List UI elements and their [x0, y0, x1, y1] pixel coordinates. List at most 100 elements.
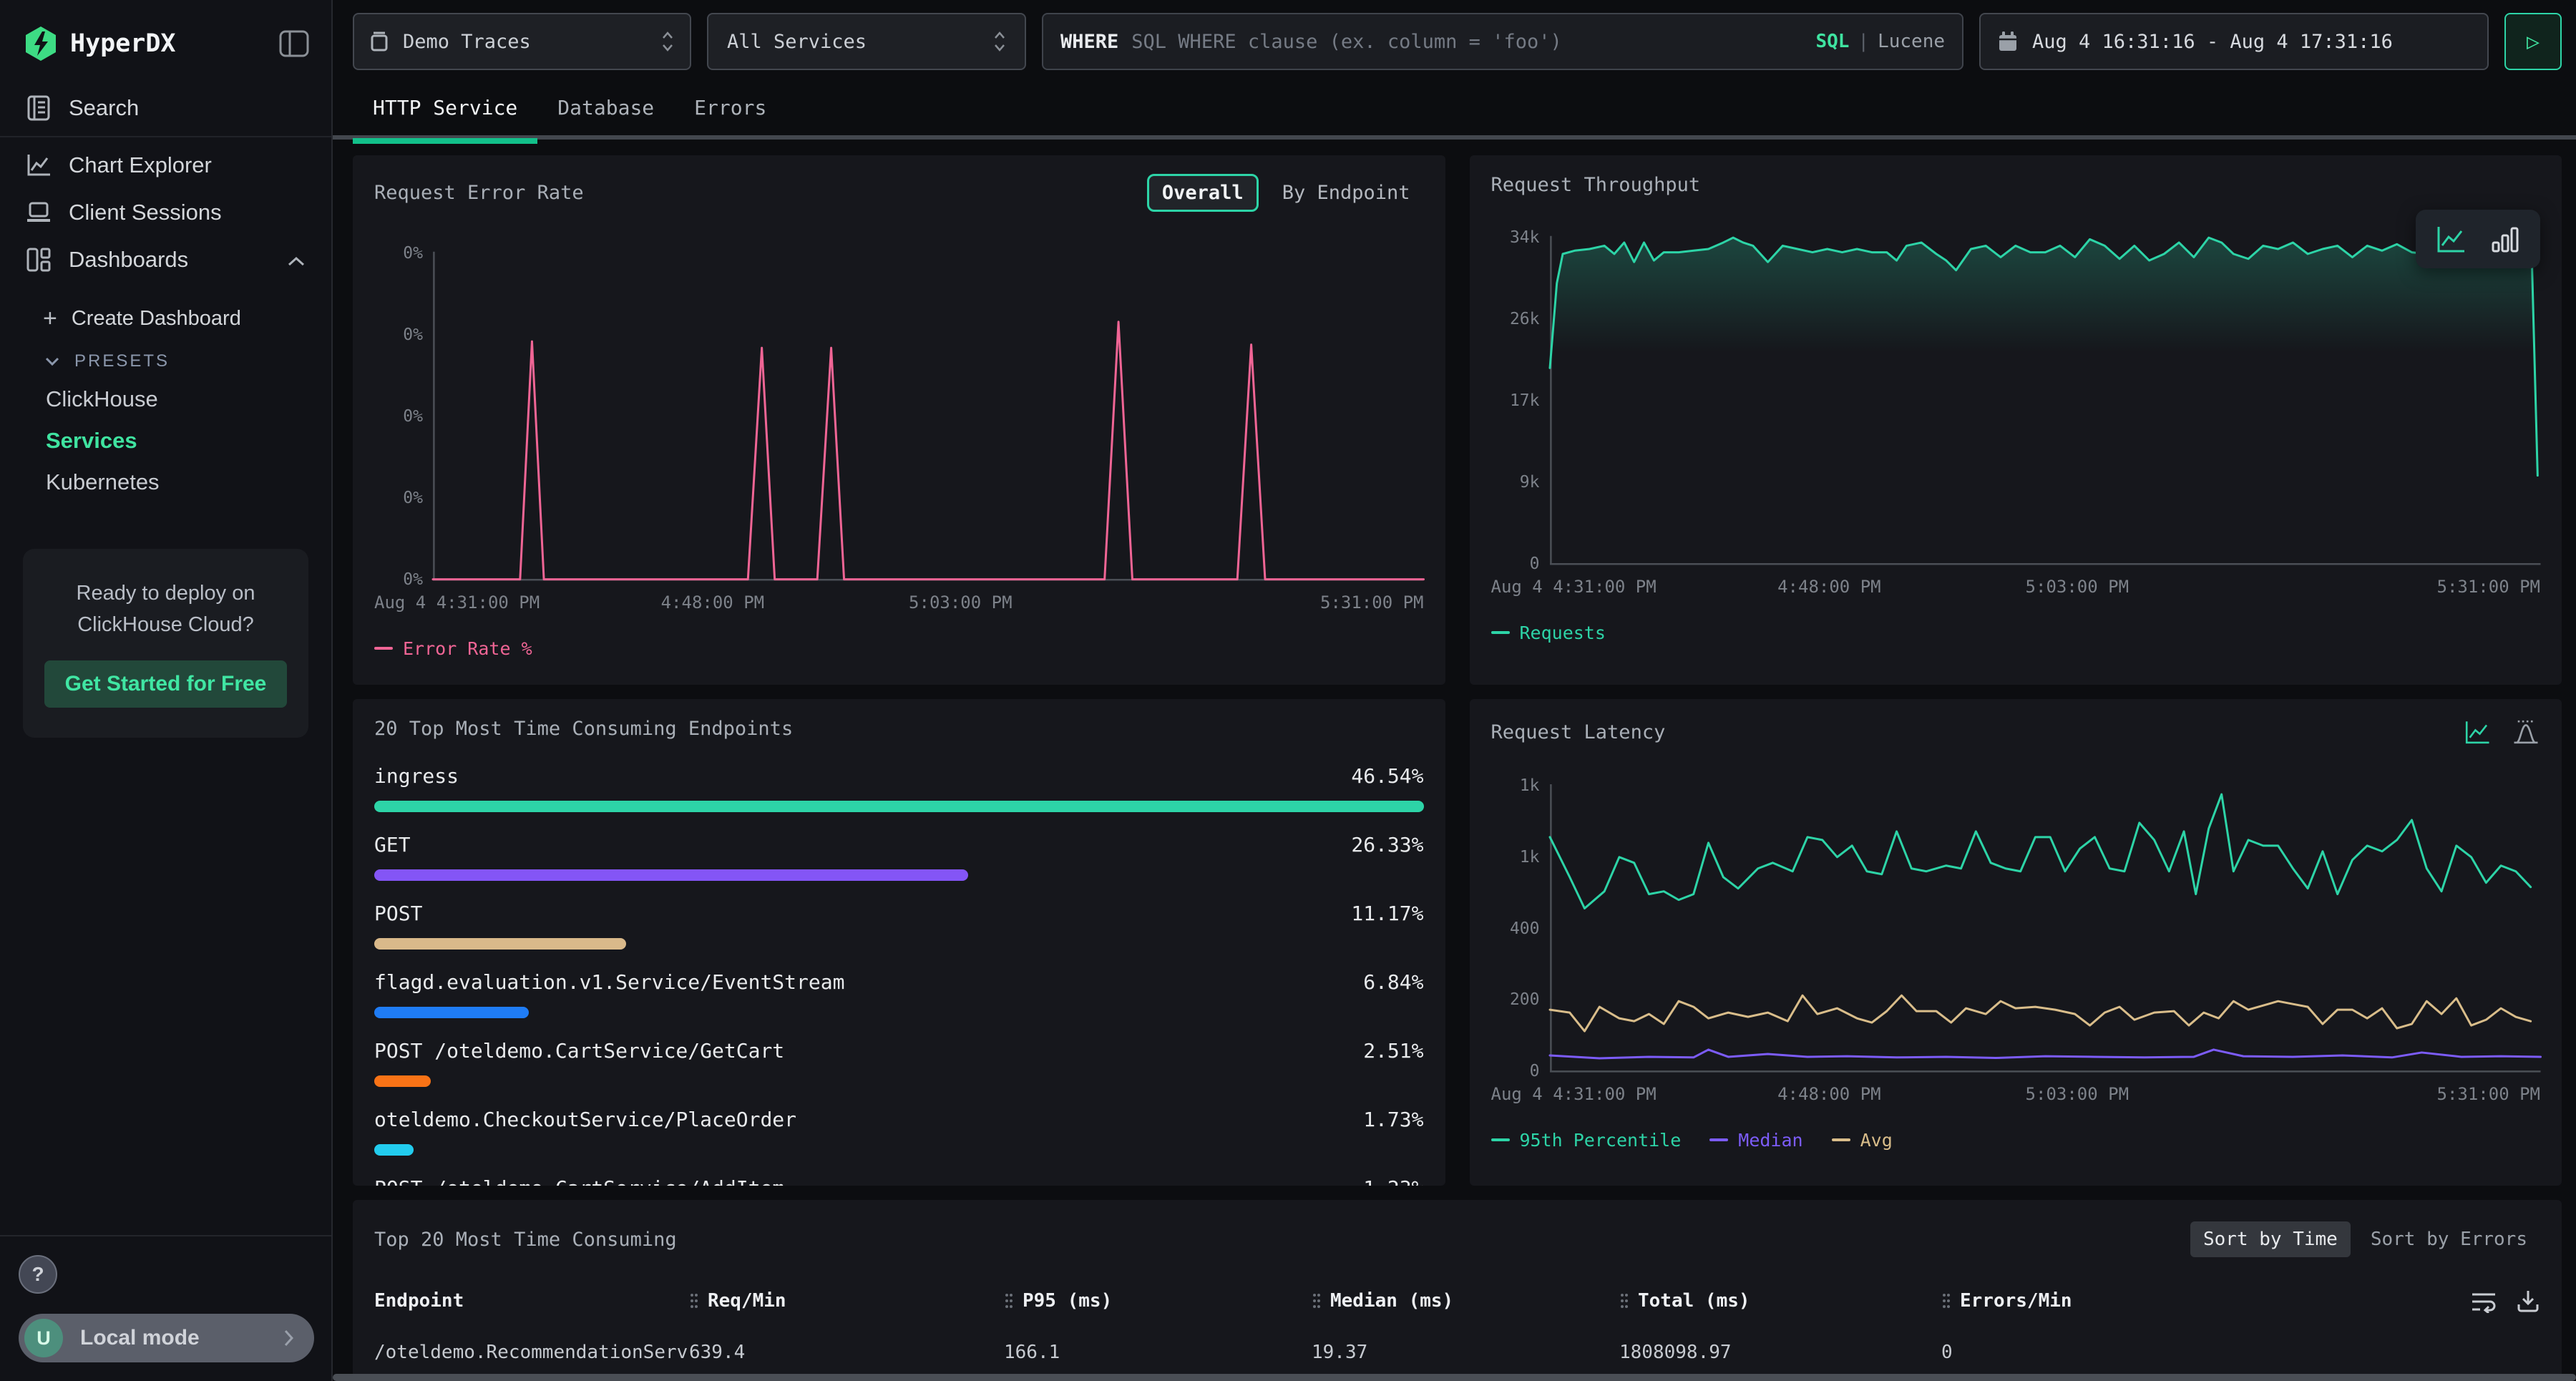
endpoint-label: GET — [374, 833, 411, 857]
sidebar-item-label: Search — [69, 95, 139, 121]
promo-text-line2: ClickHouse Cloud? — [44, 609, 287, 640]
y-tick-label: 9k — [1520, 473, 1540, 492]
create-dashboard-label: Create Dashboard — [72, 307, 241, 331]
lucene-mode-label[interactable]: Lucene — [1878, 31, 1945, 52]
endpoint-percent: 46.54% — [1351, 764, 1423, 788]
line-chart-icon[interactable] — [2434, 223, 2467, 255]
chart-legend: Error Rate % — [374, 628, 1424, 668]
y-tick-label: 0 — [1530, 1062, 1540, 1080]
download-icon[interactable] — [2516, 1289, 2540, 1313]
x-tick-label: 5:31:00 PM — [2437, 577, 2541, 597]
tab-http-service[interactable]: HTTP Service — [353, 92, 537, 140]
line-chart-icon[interactable] — [2463, 718, 2492, 746]
endpoint-bar — [374, 1144, 414, 1156]
endpoint-line: POST11.17% — [374, 902, 1424, 925]
sidebar-item-kubernetes[interactable]: Kubernetes — [0, 462, 331, 503]
y-tick-label: 0% — [403, 326, 423, 344]
endpoint-percent: 11.17% — [1351, 902, 1423, 925]
wrap-lines-icon[interactable] — [2470, 1289, 2497, 1313]
help-button[interactable]: ? — [19, 1255, 57, 1294]
tab-errors[interactable]: Errors — [674, 92, 786, 140]
sidebar-item-search[interactable]: Search — [0, 84, 331, 132]
panel-title: Request Throughput — [1491, 174, 1701, 196]
endpoint-percent: 1.23% — [1363, 1176, 1423, 1186]
user-menu[interactable]: U Local mode — [19, 1314, 314, 1362]
column-header[interactable]: Req/Min — [689, 1290, 1004, 1312]
panel-title: Request Latency — [1491, 721, 1666, 743]
drag-handle-icon — [1941, 1292, 1951, 1310]
legend-item: 95th Percentile — [1491, 1130, 1682, 1151]
user-mode-label: Local mode — [80, 1326, 283, 1350]
x-tick-label: 5:03:00 PM — [2026, 1084, 2129, 1104]
query-language-toggle[interactable]: SQL|Lucene — [1815, 31, 1945, 52]
latency-lines — [1550, 771, 2541, 1073]
plot-area — [1550, 771, 2541, 1073]
overall-button[interactable]: Overall — [1147, 174, 1259, 212]
endpoint-label: ingress — [374, 764, 459, 788]
get-started-button[interactable]: Get Started for Free — [44, 660, 287, 708]
search-input[interactable]: WHERE SQL WHERE clause (ex. column = 'fo… — [1042, 13, 1963, 70]
time-range-picker[interactable]: Aug 4 16:31:16 - Aug 4 17:31:16 — [1979, 13, 2489, 70]
horizontal-scrollbar[interactable] — [333, 1374, 2576, 1381]
legend-dash — [1491, 1138, 1510, 1141]
source-select[interactable]: Demo Traces — [353, 13, 691, 70]
endpoint-line: GET26.33% — [374, 833, 1424, 857]
presets-toggle[interactable]: PRESETS — [0, 341, 331, 379]
sidebar-item-dashboards[interactable]: Dashboards — [0, 236, 331, 283]
y-tick-label: 200 — [1510, 990, 1540, 1009]
table-row[interactable]: /oteldemo.RecommendationServ639.4166.119… — [374, 1342, 2540, 1363]
drag-handle-icon — [1619, 1292, 1629, 1310]
column-header[interactable]: Endpoint — [374, 1290, 689, 1312]
create-dashboard-button[interactable]: + Create Dashboard — [0, 296, 331, 341]
column-header[interactable]: Errors/Min — [1941, 1290, 2454, 1312]
endpoint-line: oteldemo.CheckoutService/PlaceOrder1.73% — [374, 1108, 1424, 1131]
x-tick-label: Aug 4 4:31:00 PM — [1491, 1084, 1657, 1104]
legend-dash — [1709, 1138, 1728, 1141]
sidebar-item-clickhouse[interactable]: ClickHouse — [0, 379, 331, 420]
sidebar-item-client-sessions[interactable]: Client Sessions — [0, 189, 331, 236]
bar-chart-icon[interactable] — [2489, 223, 2522, 255]
y-axis-labels: 0%0%0%0%0% — [374, 236, 433, 581]
legend-label: Avg — [1860, 1130, 1893, 1151]
service-select[interactable]: All Services — [707, 13, 1026, 70]
histogram-icon[interactable] — [2512, 718, 2540, 746]
column-header[interactable]: Total (ms) — [1619, 1290, 1941, 1312]
sort-by-time-button[interactable]: Sort by Time — [2190, 1221, 2351, 1257]
endpoint-row: GET26.33% — [374, 833, 1424, 881]
panel-request-error-rate: Request Error Rate Overall By Endpoint 0… — [353, 155, 1445, 685]
sidebar: HyperDX Search Chart Explorer Client Ses… — [0, 0, 333, 1381]
updown-chevrons-icon — [661, 30, 674, 53]
by-endpoint-button[interactable]: By Endpoint — [1269, 174, 1424, 212]
table-cell: 0 — [1941, 1342, 2454, 1363]
y-tick-label: 26k — [1510, 310, 1540, 328]
legend-label: Requests — [1520, 623, 1606, 643]
sidebar-item-services[interactable]: Services — [0, 420, 331, 462]
table-cell: 1808098.97 — [1619, 1342, 1941, 1363]
logo-row: HyperDX — [0, 0, 331, 84]
endpoint-row: ingress 46.54% — [374, 764, 1424, 812]
avatar: U — [24, 1319, 63, 1357]
endpoint-rows: ingress46.54%GET26.33%POST11.17%flagd.ev… — [374, 764, 1424, 1186]
source-select-value: Demo Traces — [403, 31, 661, 53]
play-icon: ▷ — [2527, 29, 2540, 54]
tab-database[interactable]: Database — [537, 92, 674, 140]
column-header[interactable]: P95 (ms) — [1004, 1290, 1312, 1312]
error-rate-line — [433, 236, 1424, 581]
x-axis-labels: Aug 4 4:31:00 PM4:48:00 PM5:03:00 PM5:31… — [374, 588, 1424, 620]
sidebar-item-chart-explorer[interactable]: Chart Explorer — [0, 142, 331, 189]
sidebar-collapse-icon[interactable] — [278, 29, 310, 58]
sidebar-item-label: Client Sessions — [69, 200, 222, 225]
column-header[interactable]: Median (ms) — [1312, 1290, 1619, 1312]
column-header-label: Endpoint — [374, 1290, 464, 1312]
run-query-button[interactable]: ▷ — [2504, 13, 2562, 70]
time-range-value: Aug 4 16:31:16 - Aug 4 17:31:16 — [2032, 31, 2393, 53]
x-tick-label: 5:03:00 PM — [2026, 577, 2129, 597]
endpoint-line: POST /oteldemo.CartService/AddItem1.23% — [374, 1176, 1424, 1186]
sort-by-errors-button[interactable]: Sort by Errors — [2358, 1221, 2540, 1257]
y-tick-label: 17k — [1510, 391, 1540, 410]
endpoint-bar — [374, 869, 968, 881]
chevron-up-icon — [287, 247, 306, 273]
y-tick-label: 400 — [1510, 919, 1540, 938]
sql-mode-label[interactable]: SQL — [1815, 31, 1849, 52]
updown-chevrons-icon — [993, 30, 1006, 53]
